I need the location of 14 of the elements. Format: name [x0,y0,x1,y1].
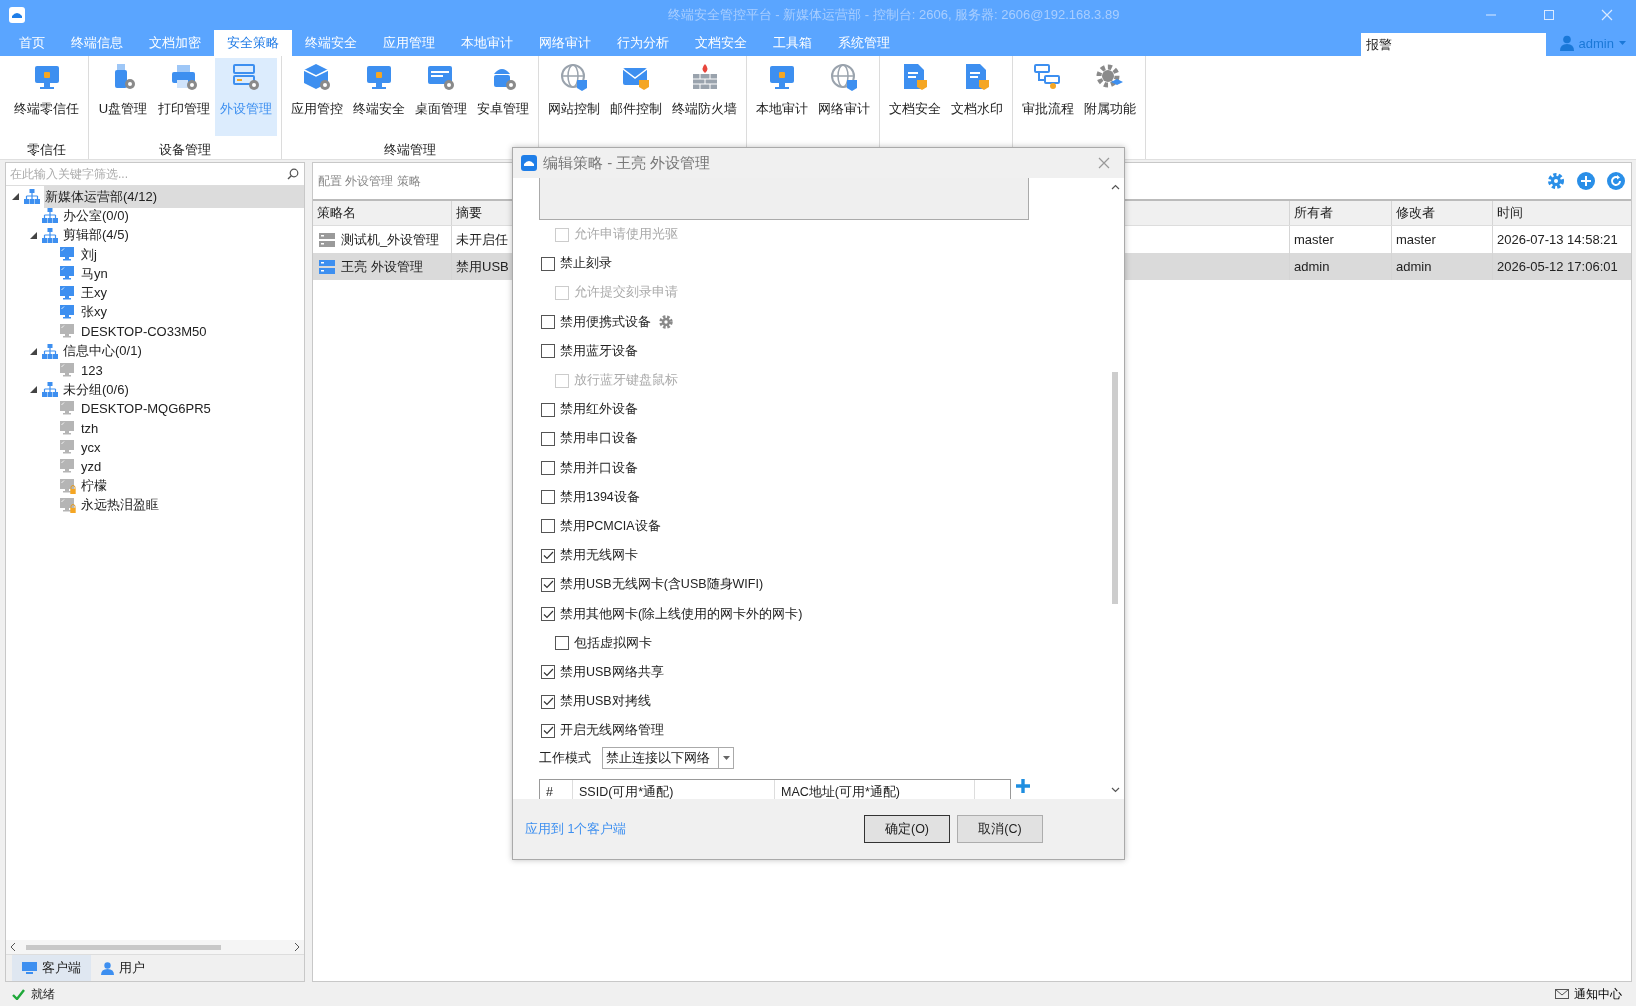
dialog-title: 编辑策略 - 王亮 外设管理 [543,153,711,173]
ribbon-group-label: 终端管理 [384,141,436,159]
window-title: 终端安全管控平台 - 新媒体运营部 - 控制台: 2606, 服务器: 2606@192.168.3.89 [666,6,1121,24]
ribbon-group-label: 设备管理 [159,141,211,159]
field-label: 工作模式 [539,749,591,767]
table-cell: 测试机_外设管理 [341,230,440,249]
status-text: 就绪 [31,985,55,1003]
table-cell-text: 2026-07-13 14:58:21 [1496,231,1619,249]
panel-heading: 配置 外设管理 策略 [318,172,421,190]
table-cell: admin [1392,253,1493,280]
table-cell-text: 2026-05-12 17:06:01 [1496,258,1619,276]
table-cell: admin [1290,253,1392,280]
table-cell: 王亮 外设管理 [341,257,423,276]
ribbon-group-label: 零信任 [27,141,66,159]
